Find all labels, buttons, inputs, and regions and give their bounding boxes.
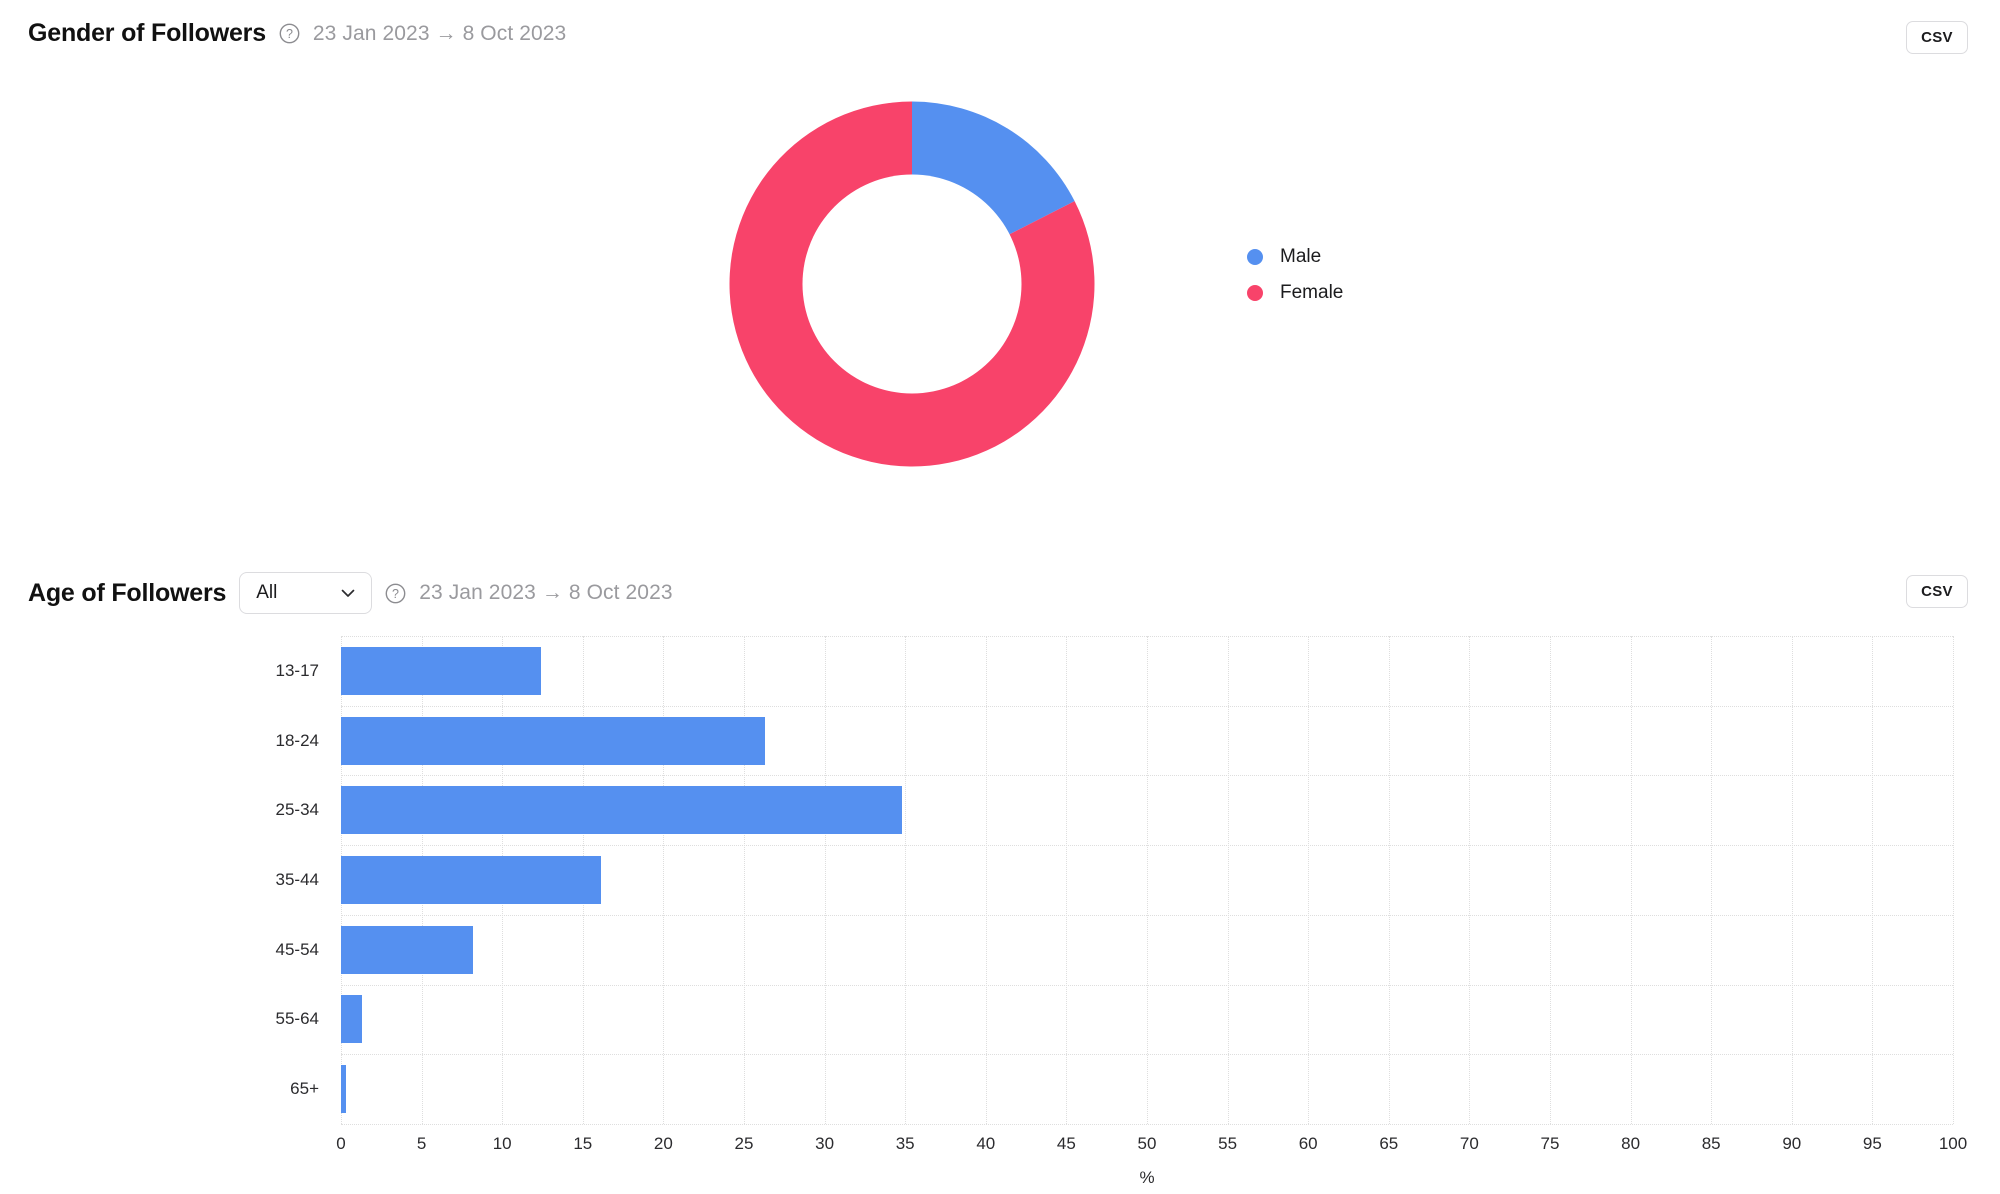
category-label-18-24: 18-24 [275, 730, 319, 750]
question-circle-icon[interactable]: ? [279, 23, 300, 44]
category-label-25-34: 25-34 [275, 800, 319, 820]
gridline-vertical [1953, 636, 1954, 1124]
x-tick-60: 60 [1298, 1134, 1318, 1153]
age-chart-bars [341, 636, 1953, 1124]
x-tick-45: 45 [1056, 1134, 1076, 1153]
legend-dot-female [1247, 285, 1263, 301]
bar-65+[interactable] [341, 1065, 346, 1114]
x-tick-20: 20 [653, 1134, 673, 1153]
x-tick-50: 50 [1137, 1134, 1157, 1153]
age-bar-chart: 13-17 18-24 25-34 35-44 45-54 55-64 65+ 0 5 10 15… [0, 636, 2000, 1194]
x-tick-80: 80 [1621, 1134, 1641, 1153]
x-tick-40: 40 [976, 1134, 996, 1153]
x-tick-5: 5 [416, 1134, 427, 1153]
x-tick-95: 95 [1862, 1134, 1882, 1153]
legend-label-male: Male [1280, 246, 1322, 267]
bar-row [341, 775, 902, 845]
category-label-65+: 65+ [290, 1079, 319, 1099]
legend-item-female[interactable]: Female [1247, 275, 1343, 311]
legend-item-male[interactable]: Male [1247, 239, 1343, 275]
age-filter-value: All [256, 582, 278, 603]
donut-hole [802, 174, 1022, 394]
x-tick-75: 75 [1540, 1134, 1560, 1153]
legend-dot-male [1247, 249, 1263, 265]
x-tick-0: 0 [336, 1134, 346, 1153]
bar-25-34[interactable] [341, 786, 902, 835]
question-circle-icon[interactable]: ? [385, 583, 406, 604]
bar-13-17[interactable] [341, 646, 541, 695]
gender-date-range: 23 Jan 2023 → 8 Oct 2023 [312, 21, 567, 45]
x-tick-70: 70 [1459, 1134, 1479, 1153]
x-axis-unit-label: % [1139, 1168, 1155, 1187]
age-chart-x-axis: 0 5 10 15 20 25 30 35 40 45 50 55 60 65 70 75 80 85 90 95 10… [336, 1124, 1967, 1187]
svg-text:?: ? [392, 587, 399, 601]
x-tick-90: 90 [1782, 1134, 1802, 1153]
bar-18-24[interactable] [341, 716, 765, 765]
age-chart-plot-area [341, 636, 1954, 1125]
gender-section-header: Gender of Followers ? 23 Jan 2023 → 8 Oc… [28, 19, 566, 48]
x-tick-65: 65 [1379, 1134, 1399, 1153]
x-tick-30: 30 [815, 1134, 835, 1153]
bar-row [341, 1054, 346, 1124]
bar-35-44[interactable] [341, 855, 601, 904]
x-tick-15: 15 [573, 1134, 593, 1153]
chevron-down-icon [338, 583, 358, 603]
bar-55-64[interactable] [341, 995, 362, 1044]
age-chart-category-labels: 13-17 18-24 25-34 35-44 45-54 55-64 65+ [0, 636, 341, 1124]
age-date-range: 23 Jan 2023 → 8 Oct 2023 [419, 581, 673, 604]
bar-row [341, 985, 362, 1055]
category-label-45-54: 45-54 [275, 939, 319, 959]
bar-row [341, 915, 474, 985]
x-tick-25: 25 [734, 1134, 754, 1153]
bar-45-54[interactable] [341, 925, 474, 974]
bar-row [341, 845, 601, 915]
category-label-35-44: 35-44 [275, 870, 319, 889]
gender-donut-chart [728, 100, 1096, 468]
age-csv-button[interactable]: CSV [1906, 575, 1968, 608]
gender-legend: Male Female [1247, 239, 1343, 311]
legend-label-female: Female [1280, 282, 1344, 303]
bar-row [341, 636, 541, 706]
x-tick-10: 10 [492, 1134, 512, 1153]
followers-demographics-page: Gender of Followers ? 23 Jan 2023 → 8 Oc… [0, 0, 2000, 1194]
x-tick-100: 100 [1938, 1134, 1968, 1153]
age-filter-dropdown[interactable]: All [239, 572, 373, 614]
gender-section-title: Gender of Followers [28, 19, 266, 47]
age-section-title: Age of Followers [28, 578, 227, 607]
x-tick-35: 35 [895, 1134, 915, 1153]
gender-csv-button[interactable]: CSV [1906, 21, 1968, 54]
bar-row [341, 706, 765, 776]
x-tick-85: 85 [1701, 1134, 1721, 1153]
svg-text:?: ? [286, 27, 293, 41]
age-section-header: Age of Followers All ? 23 Jan 2023 → 8 O… [28, 572, 673, 614]
x-tick-55: 55 [1218, 1134, 1238, 1153]
category-label-13-17: 13-17 [275, 660, 319, 680]
category-label-55-64: 55-64 [275, 1009, 319, 1029]
